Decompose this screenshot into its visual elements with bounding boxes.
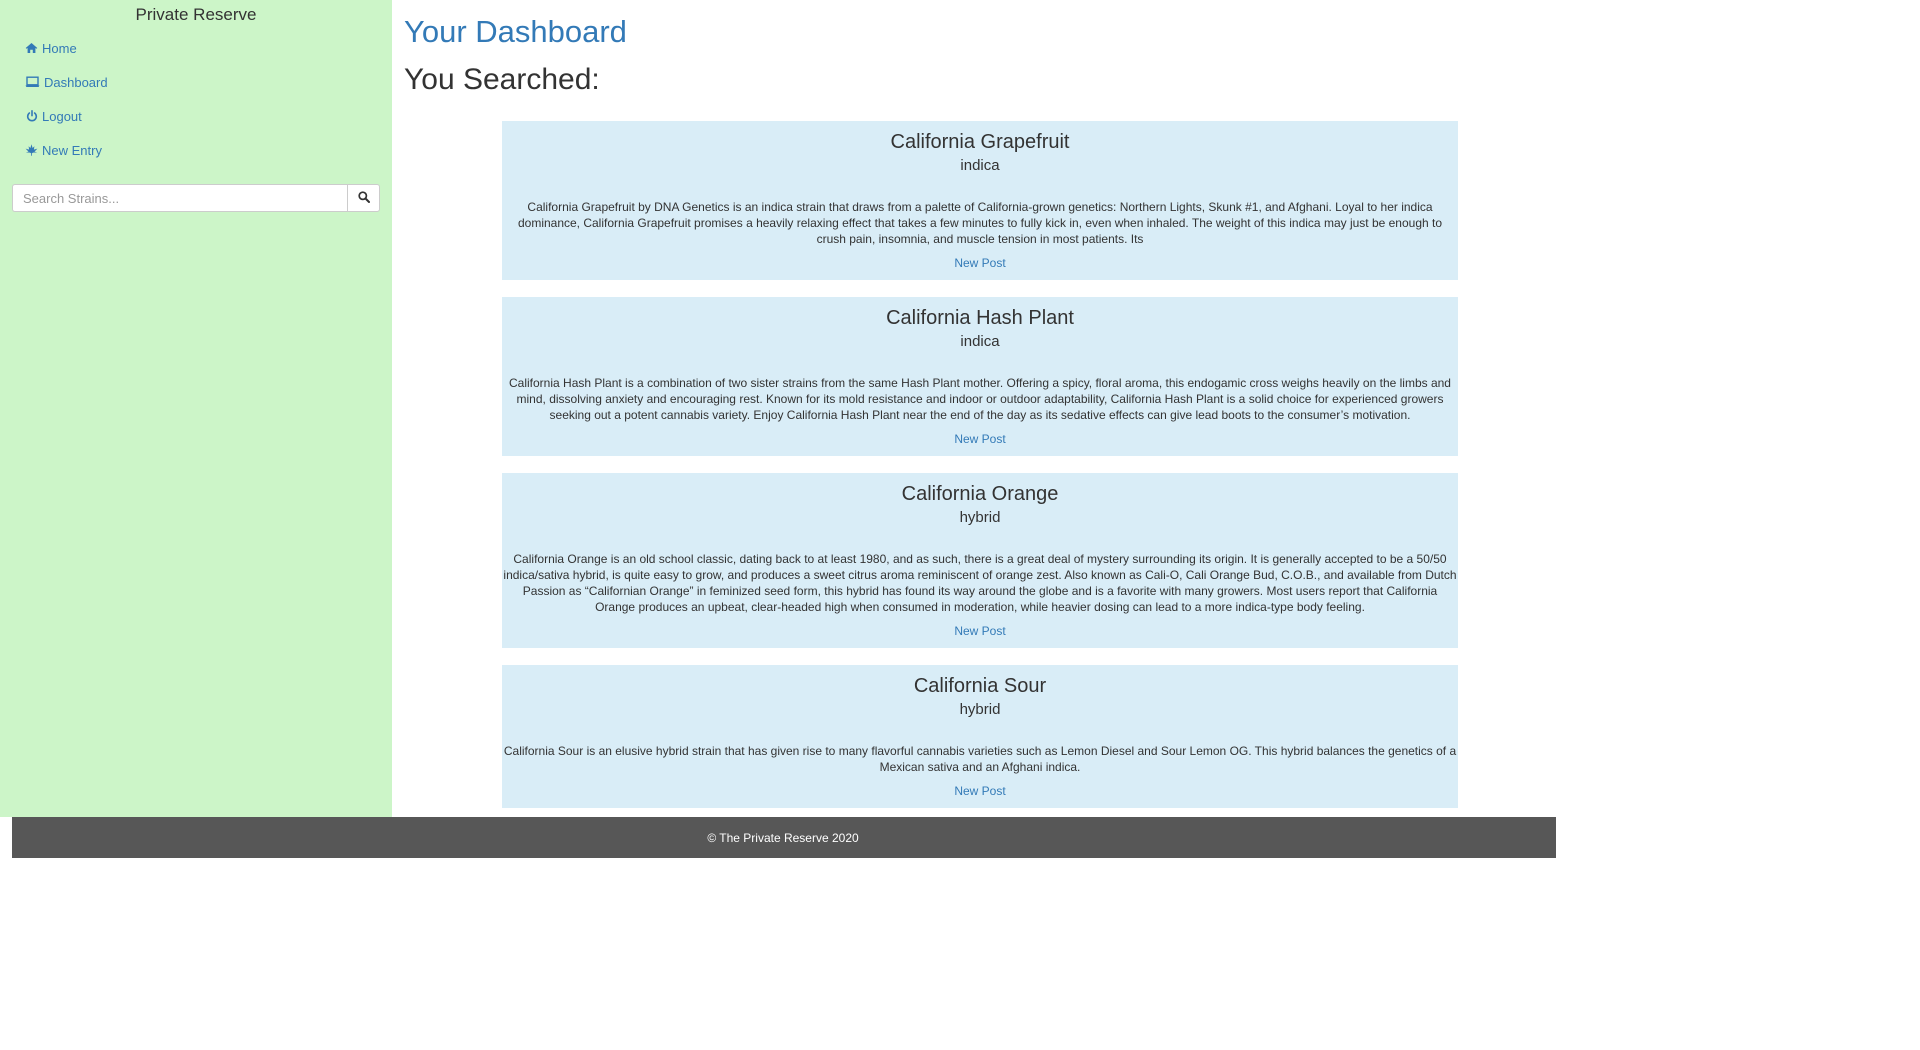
leaf-icon [24,143,39,158]
strain-description: California Sour is an elusive hybrid str… [503,744,1457,774]
strain-name: California Hash Plant [886,307,1074,329]
strain-type: hybrid [959,701,1001,718]
strain-description: California Hash Plant is a combination o… [509,376,1451,422]
search-button[interactable] [347,184,380,212]
sidebar-item-label: Logout [42,108,82,124]
footer-text: © The Private Reserve 2020 [707,830,859,845]
strain-name: California Sour [913,675,1047,697]
sidebar-item-label: Dashboard [44,74,108,90]
search-group [12,184,380,212]
results-list: California Grapefruit indica California … [502,121,1458,825]
strain-type: indica [960,157,1000,174]
sidebar-item-label: New Entry [42,142,102,158]
sidebar-item-logout[interactable]: Logout [24,106,108,126]
strain-card: California Hash Plant indica California … [502,297,1458,456]
strain-name: California Grapefruit [890,131,1070,153]
brand-title: Private Reserve [135,5,257,24]
strain-description: California Grapefruit by DNA Genetics is… [517,200,1443,246]
home-icon [24,41,39,56]
sidebar-item-label: Home [42,40,77,56]
power-icon [24,109,39,124]
strain-type: indica [960,333,1000,350]
strain-card: California Sour hybrid California Sour i… [502,665,1458,808]
page-title: Your Dashboard [404,14,627,49]
laptop-icon [24,75,41,90]
sidebar-item-dashboard[interactable]: Dashboard [24,72,108,92]
search-icon [357,190,370,206]
new-post-link[interactable]: New Post [954,431,1005,447]
strain-name: California Orange [901,483,1059,505]
sidebar: Private Reserve Home Dashboard Logout Ne… [0,0,392,817]
new-post-link[interactable]: New Post [954,783,1005,799]
sidebar-nav: Home Dashboard Logout New Entry [24,38,108,174]
sidebar-item-new-entry[interactable]: New Entry [24,140,108,160]
strain-card: California Grapefruit indica California … [502,121,1458,280]
new-post-link[interactable]: New Post [954,623,1005,639]
new-post-link[interactable]: New Post [954,255,1005,271]
strain-card: California Orange hybrid California Oran… [502,473,1458,648]
footer: © The Private Reserve 2020 [12,817,1556,858]
strain-description: California Orange is an old school class… [503,552,1457,614]
search-input[interactable] [12,184,347,212]
strain-type: hybrid [959,509,1001,526]
search-results-heading: You Searched: [404,63,600,96]
sidebar-item-home[interactable]: Home [24,38,108,58]
